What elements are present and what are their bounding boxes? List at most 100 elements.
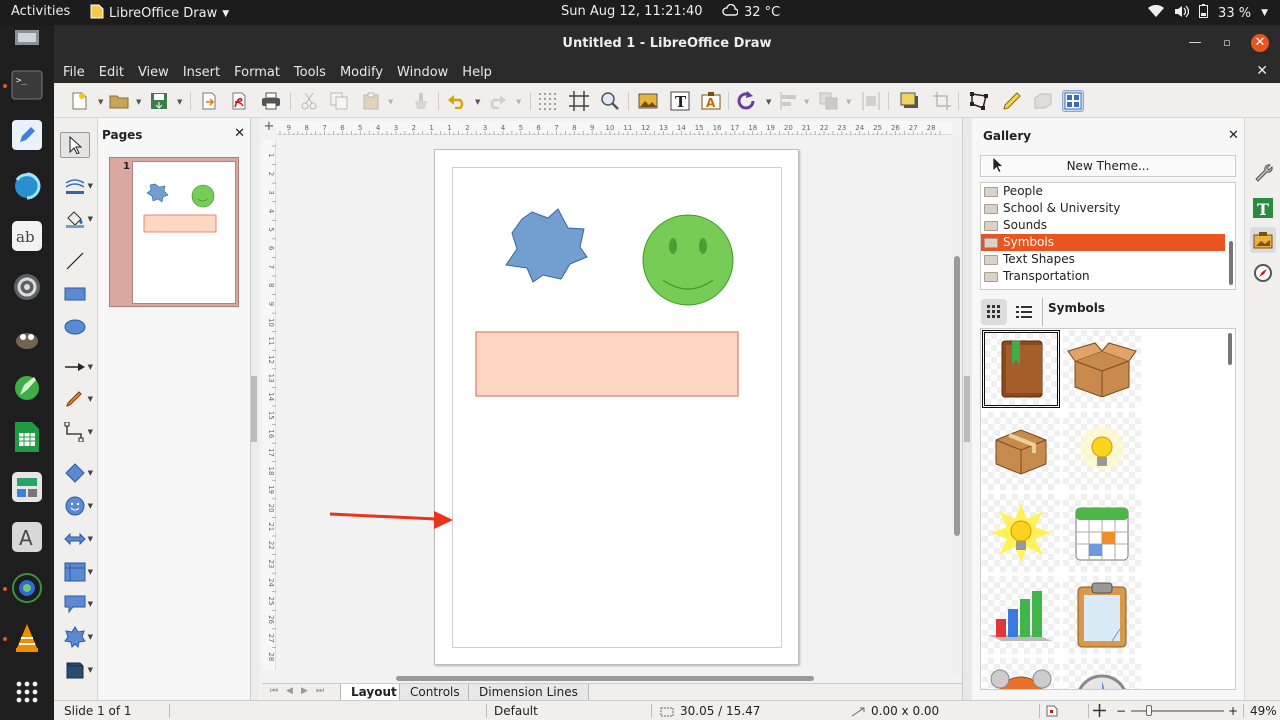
light-bulb-icon[interactable] bbox=[1063, 412, 1141, 490]
save-icon[interactable] bbox=[148, 90, 170, 112]
ellipse-tool-icon[interactable] bbox=[60, 314, 90, 340]
print-icon[interactable] bbox=[260, 90, 282, 112]
dock-gimp[interactable] bbox=[9, 319, 45, 355]
first-tab-icon[interactable]: ⏮ bbox=[270, 686, 278, 696]
dock-file-manager[interactable] bbox=[9, 27, 45, 49]
open-folder-icon[interactable] bbox=[108, 90, 130, 112]
cut-icon[interactable] bbox=[298, 90, 320, 112]
chevron-down-icon[interactable]: ▼ bbox=[88, 568, 93, 576]
rectangle-tool-icon[interactable] bbox=[60, 281, 90, 307]
app-menu[interactable]: LibreOffice Draw ▼ bbox=[90, 4, 229, 23]
vertical-ruler[interactable]: 1 2 3 4 5 6 7 8 9 10 11 12 13 14 15 16 17 18 19 20 21 22 23 24 2… bbox=[262, 140, 276, 670]
properties-wrench-icon[interactable] bbox=[1250, 159, 1276, 185]
document-modified-icon[interactable] bbox=[1046, 705, 1058, 720]
transformations-icon[interactable] bbox=[736, 90, 758, 112]
dock-app-swirl[interactable] bbox=[9, 168, 45, 204]
open-box-icon[interactable] bbox=[1063, 330, 1141, 408]
symbol-shapes-smiley-icon[interactable]: ▼ bbox=[60, 493, 93, 519]
crop-icon[interactable] bbox=[931, 90, 953, 112]
zoom-slider-knob[interactable] bbox=[1146, 705, 1152, 716]
menu-modify[interactable]: Modify bbox=[333, 65, 390, 80]
tab-controls[interactable]: Controls bbox=[399, 684, 471, 701]
vertical-scrollbar[interactable] bbox=[952, 136, 962, 676]
chevron-down-icon[interactable]: ▼ bbox=[88, 666, 93, 674]
glowing-bulb-icon[interactable] bbox=[982, 494, 1060, 572]
distribute-icon[interactable] bbox=[860, 90, 882, 112]
compass-icon[interactable] bbox=[1063, 658, 1141, 689]
line-color-icon[interactable]: ▼ bbox=[60, 173, 93, 199]
calendar-icon[interactable] bbox=[1063, 494, 1141, 572]
chevron-down-icon[interactable]: ▼ bbox=[88, 182, 93, 190]
menu-help[interactable]: Help bbox=[455, 65, 499, 80]
window-title-bar[interactable]: Untitled 1 - LibreOffice Draw — ▫ ✕ bbox=[54, 25, 1280, 61]
chevron-down-icon[interactable]: ▼ bbox=[88, 502, 93, 510]
dock-impress-app[interactable] bbox=[9, 469, 45, 505]
next-tab-icon[interactable]: ▶ bbox=[301, 686, 308, 696]
activities-button[interactable]: Activities bbox=[11, 4, 70, 19]
dock-calc[interactable] bbox=[9, 419, 45, 455]
basic-shapes-diamond-icon[interactable]: ▼ bbox=[60, 460, 93, 486]
theme-item-text-shapes[interactable]: Text Shapes bbox=[981, 251, 1225, 268]
chevron-down-icon[interactable]: ▼ bbox=[136, 98, 141, 106]
dock-software-center[interactable]: A bbox=[9, 519, 45, 555]
pages-pane-splitter[interactable] bbox=[251, 118, 259, 700]
close-pages-pane-icon[interactable]: ✕ bbox=[234, 126, 245, 141]
glue-points-icon[interactable] bbox=[1000, 90, 1022, 112]
zoom-pan-icon[interactable] bbox=[599, 90, 621, 112]
theme-item-sounds[interactable]: Sounds bbox=[981, 217, 1225, 234]
zoom-out-icon[interactable]: − bbox=[1116, 704, 1126, 718]
menu-format[interactable]: Format bbox=[227, 65, 287, 80]
show-apps-grid-icon[interactable] bbox=[9, 674, 45, 710]
insert-image-icon[interactable] bbox=[637, 90, 659, 112]
export-pdf-icon[interactable] bbox=[228, 90, 250, 112]
points-icon[interactable] bbox=[968, 90, 990, 112]
drawing-page[interactable] bbox=[434, 149, 799, 665]
dock-vlc[interactable] bbox=[9, 620, 45, 656]
menu-window[interactable]: Window bbox=[390, 65, 455, 80]
undo-icon[interactable] bbox=[446, 90, 468, 112]
rectangle-shape[interactable] bbox=[475, 331, 739, 397]
menu-insert[interactable]: Insert bbox=[176, 65, 227, 80]
callouts-icon[interactable]: ▼ bbox=[60, 591, 93, 617]
dock-browser[interactable] bbox=[9, 570, 45, 606]
toggle-extrusion-icon[interactable] bbox=[1032, 90, 1054, 112]
chevron-down-icon[interactable]: ▼ bbox=[98, 98, 103, 106]
dock-settings[interactable] bbox=[9, 269, 45, 305]
chevron-down-icon[interactable]: ▼ bbox=[846, 98, 851, 106]
chevron-down-icon[interactable]: ▼ bbox=[516, 98, 521, 106]
line-tool-icon[interactable] bbox=[60, 248, 90, 274]
chevron-down-icon[interactable]: ▼ bbox=[88, 469, 93, 477]
curve-tool-icon[interactable]: ▼ bbox=[60, 386, 93, 412]
helplines-icon[interactable] bbox=[568, 90, 590, 112]
close-gallery-icon[interactable]: ✕ bbox=[1228, 128, 1239, 143]
insert-fontwork-icon[interactable]: A bbox=[700, 90, 722, 112]
stars-icon[interactable]: ▼ bbox=[60, 624, 93, 650]
sidebar-toggle-icon[interactable] bbox=[1062, 90, 1084, 112]
last-tab-icon[interactable]: ⏭ bbox=[316, 686, 324, 696]
arrow-line-tool-icon[interactable]: ▼ bbox=[60, 354, 93, 380]
menu-tools[interactable]: Tools bbox=[287, 65, 333, 80]
icon-view-grid-icon[interactable] bbox=[981, 299, 1007, 325]
minimize-button[interactable]: — bbox=[1186, 34, 1204, 52]
dock-terminal[interactable]: >_ bbox=[9, 67, 45, 103]
3d-objects-icon[interactable]: ▼ bbox=[60, 657, 93, 683]
alarm-clock-icon[interactable] bbox=[982, 658, 1060, 689]
chevron-down-icon[interactable]: ▼ bbox=[388, 98, 393, 106]
weather-indicator[interactable]: 32 °C bbox=[722, 3, 780, 20]
new-theme-button[interactable]: New Theme... bbox=[980, 155, 1236, 177]
copy-icon[interactable] bbox=[328, 90, 350, 112]
align-objects-icon[interactable] bbox=[778, 90, 800, 112]
navigator-icon[interactable] bbox=[1250, 260, 1276, 286]
connector-tool-icon[interactable]: ▼ bbox=[60, 419, 93, 445]
insert-text-box-icon[interactable]: T bbox=[669, 90, 691, 112]
horizontal-ruler[interactable]: 9 8 7 6 5 4 3 2 1 1 2 3 4 5 6 7 8 9 10 11 12 13 14 15 16 17 18 19 20… bbox=[276, 121, 952, 135]
chevron-down-icon[interactable]: ▼ bbox=[475, 98, 480, 106]
theme-list[interactable]: People School & University Sounds Symbol… bbox=[980, 182, 1236, 290]
clipboard-icon[interactable] bbox=[1063, 576, 1141, 654]
chevron-down-icon[interactable]: ▼ bbox=[88, 215, 93, 223]
chevron-down-icon[interactable]: ▼ bbox=[88, 535, 93, 543]
horizontal-scrollbar[interactable] bbox=[276, 673, 952, 683]
menu-file[interactable]: File bbox=[54, 65, 92, 80]
chevron-down-icon[interactable]: ▼ bbox=[88, 363, 93, 371]
page-thumbnail[interactable]: 1 bbox=[109, 157, 239, 307]
